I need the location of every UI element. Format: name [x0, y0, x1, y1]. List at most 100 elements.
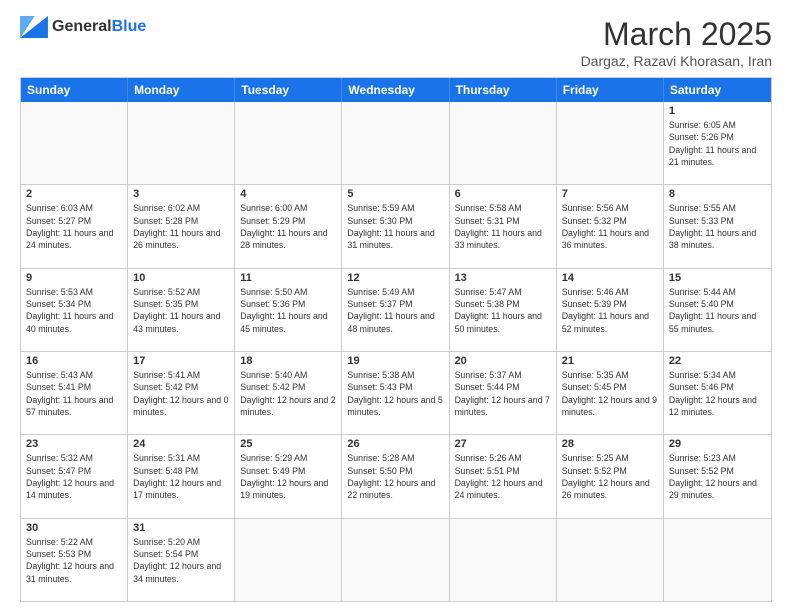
location-subtitle: Dargaz, Razavi Khorasan, Iran — [581, 53, 772, 69]
day-info: Sunrise: 5:53 AM Sunset: 5:34 PM Dayligh… — [26, 286, 122, 335]
day-cell: 14 Sunrise: 5:46 AM Sunset: 5:39 PM Dayli… — [557, 269, 664, 351]
day-number: 9 — [26, 272, 122, 284]
day-cell: 11Sunrise: 5:50 AM Sunset: 5:36 PM Dayli… — [235, 269, 342, 351]
day-cell — [557, 102, 664, 184]
day-info: Sunrise: 5:26 AM Sunset: 5:51 PM Dayligh… — [455, 452, 551, 501]
day-cell — [21, 102, 128, 184]
day-cell — [235, 102, 342, 184]
page: GeneralBlue March 2025 Dargaz, Razavi Kh… — [0, 0, 792, 612]
day-info: Sunrise: 5:41 AM Sunset: 5:42 PM Dayligh… — [133, 369, 229, 418]
day-info: Sunrise: 6:02 AM Sunset: 5:28 PM Dayligh… — [133, 202, 229, 251]
day-cell: 16Sunrise: 5:43 AM Sunset: 5:41 PM Dayli… — [21, 352, 128, 434]
day-cell: 17 Sunrise: 5:41 AM Sunset: 5:42 PM Dayli… — [128, 352, 235, 434]
logo-text: GeneralBlue — [52, 18, 146, 36]
day-number: 23 — [26, 438, 122, 450]
day-cell: 22 Sunrise: 5:34 AM Sunset: 5:46 PM Dayli… — [664, 352, 771, 434]
week-row-1: 1 Sunrise: 6:05 AM Sunset: 5:26 PM Daylig… — [21, 102, 771, 185]
day-header-thursday: Thursday — [450, 78, 557, 102]
day-cell: 31Sunrise: 5:20 AM Sunset: 5:54 PM Dayli… — [128, 519, 235, 601]
week-row-2: 2 Sunrise: 6:03 AM Sunset: 5:27 PM Daylig… — [21, 185, 771, 268]
day-info: Sunrise: 5:52 AM Sunset: 5:35 PM Dayligh… — [133, 286, 229, 335]
day-cell: 8 Sunrise: 5:55 AM Sunset: 5:33 PM Daylig… — [664, 185, 771, 267]
day-cell — [235, 519, 342, 601]
day-info: Sunrise: 5:55 AM Sunset: 5:33 PM Dayligh… — [669, 202, 766, 251]
day-number: 7 — [562, 188, 658, 200]
day-number: 30 — [26, 522, 122, 534]
day-info: Sunrise: 6:05 AM Sunset: 5:26 PM Dayligh… — [669, 119, 766, 168]
day-info: Sunrise: 5:35 AM Sunset: 5:45 PM Dayligh… — [562, 369, 658, 418]
day-number: 5 — [347, 188, 443, 200]
day-number: 28 — [562, 438, 658, 450]
day-cell: 4 Sunrise: 6:00 AM Sunset: 5:29 PM Daylig… — [235, 185, 342, 267]
general-blue-logo-icon — [20, 16, 48, 38]
day-info: Sunrise: 5:22 AM Sunset: 5:53 PM Dayligh… — [26, 536, 122, 585]
day-header-sunday: Sunday — [21, 78, 128, 102]
day-info: Sunrise: 5:28 AM Sunset: 5:50 PM Dayligh… — [347, 452, 443, 501]
day-cell — [557, 519, 664, 601]
day-number: 25 — [240, 438, 336, 450]
day-cell: 20 Sunrise: 5:37 AM Sunset: 5:44 PM Dayli… — [450, 352, 557, 434]
day-number: 14 — [562, 272, 658, 284]
day-info: Sunrise: 5:34 AM Sunset: 5:46 PM Dayligh… — [669, 369, 766, 418]
day-number: 1 — [669, 105, 766, 117]
day-info: Sunrise: 5:59 AM Sunset: 5:30 PM Dayligh… — [347, 202, 443, 251]
day-cell — [342, 519, 449, 601]
day-number: 17 — [133, 355, 229, 367]
day-number: 21 — [562, 355, 658, 367]
logo: GeneralBlue — [20, 16, 146, 38]
day-cell: 12Sunrise: 5:49 AM Sunset: 5:37 PM Dayli… — [342, 269, 449, 351]
day-info: Sunrise: 6:03 AM Sunset: 5:27 PM Dayligh… — [26, 202, 122, 251]
day-number: 8 — [669, 188, 766, 200]
day-info: Sunrise: 5:31 AM Sunset: 5:48 PM Dayligh… — [133, 452, 229, 501]
day-info: Sunrise: 5:58 AM Sunset: 5:31 PM Dayligh… — [455, 202, 551, 251]
day-cell — [450, 102, 557, 184]
day-info: Sunrise: 5:46 AM Sunset: 5:39 PM Dayligh… — [562, 286, 658, 335]
day-cell — [450, 519, 557, 601]
calendar-body: 1 Sunrise: 6:05 AM Sunset: 5:26 PM Daylig… — [21, 102, 771, 601]
day-info: Sunrise: 5:37 AM Sunset: 5:44 PM Dayligh… — [455, 369, 551, 418]
day-number: 31 — [133, 522, 229, 534]
day-info: Sunrise: 5:56 AM Sunset: 5:32 PM Dayligh… — [562, 202, 658, 251]
day-cell: 21 Sunrise: 5:35 AM Sunset: 5:45 PM Dayli… — [557, 352, 664, 434]
day-number: 22 — [669, 355, 766, 367]
day-info: Sunrise: 5:47 AM Sunset: 5:38 PM Dayligh… — [455, 286, 551, 335]
day-cell: 5 Sunrise: 5:59 AM Sunset: 5:30 PM Daylig… — [342, 185, 449, 267]
day-number: 19 — [347, 355, 443, 367]
day-number: 16 — [26, 355, 122, 367]
day-cell: 25Sunrise: 5:29 AM Sunset: 5:49 PM Dayli… — [235, 435, 342, 517]
day-headers-row: SundayMondayTuesdayWednesdayThursdayFrid… — [21, 78, 771, 102]
day-number: 20 — [455, 355, 551, 367]
day-cell: 23Sunrise: 5:32 AM Sunset: 5:47 PM Dayli… — [21, 435, 128, 517]
day-number: 10 — [133, 272, 229, 284]
header: GeneralBlue March 2025 Dargaz, Razavi Kh… — [20, 16, 772, 69]
day-cell: 19Sunrise: 5:38 AM Sunset: 5:43 PM Dayli… — [342, 352, 449, 434]
day-info: Sunrise: 5:25 AM Sunset: 5:52 PM Dayligh… — [562, 452, 658, 501]
day-header-wednesday: Wednesday — [342, 78, 449, 102]
week-row-3: 9 Sunrise: 5:53 AM Sunset: 5:34 PM Daylig… — [21, 269, 771, 352]
day-number: 12 — [347, 272, 443, 284]
day-cell: 30 Sunrise: 5:22 AM Sunset: 5:53 PM Dayli… — [21, 519, 128, 601]
day-number: 2 — [26, 188, 122, 200]
day-number: 15 — [669, 272, 766, 284]
day-number: 29 — [669, 438, 766, 450]
day-cell: 3Sunrise: 6:02 AM Sunset: 5:28 PM Daylig… — [128, 185, 235, 267]
day-info: Sunrise: 5:23 AM Sunset: 5:52 PM Dayligh… — [669, 452, 766, 501]
day-cell: 29 Sunrise: 5:23 AM Sunset: 5:52 PM Dayli… — [664, 435, 771, 517]
day-cell: 24Sunrise: 5:31 AM Sunset: 5:48 PM Dayli… — [128, 435, 235, 517]
day-info: Sunrise: 6:00 AM Sunset: 5:29 PM Dayligh… — [240, 202, 336, 251]
day-cell — [342, 102, 449, 184]
day-info: Sunrise: 5:44 AM Sunset: 5:40 PM Dayligh… — [669, 286, 766, 335]
day-cell: 6Sunrise: 5:58 AM Sunset: 5:31 PM Daylig… — [450, 185, 557, 267]
day-cell: 9 Sunrise: 5:53 AM Sunset: 5:34 PM Daylig… — [21, 269, 128, 351]
day-header-friday: Friday — [557, 78, 664, 102]
day-info: Sunrise: 5:50 AM Sunset: 5:36 PM Dayligh… — [240, 286, 336, 335]
day-number: 4 — [240, 188, 336, 200]
day-number: 27 — [455, 438, 551, 450]
day-number: 26 — [347, 438, 443, 450]
day-cell: 15 Sunrise: 5:44 AM Sunset: 5:40 PM Dayli… — [664, 269, 771, 351]
week-row-6: 30 Sunrise: 5:22 AM Sunset: 5:53 PM Dayli… — [21, 519, 771, 601]
day-number: 13 — [455, 272, 551, 284]
day-cell: 28 Sunrise: 5:25 AM Sunset: 5:52 PM Dayli… — [557, 435, 664, 517]
day-cell: 26 Sunrise: 5:28 AM Sunset: 5:50 PM Dayli… — [342, 435, 449, 517]
day-cell: 13 Sunrise: 5:47 AM Sunset: 5:38 PM Dayli… — [450, 269, 557, 351]
